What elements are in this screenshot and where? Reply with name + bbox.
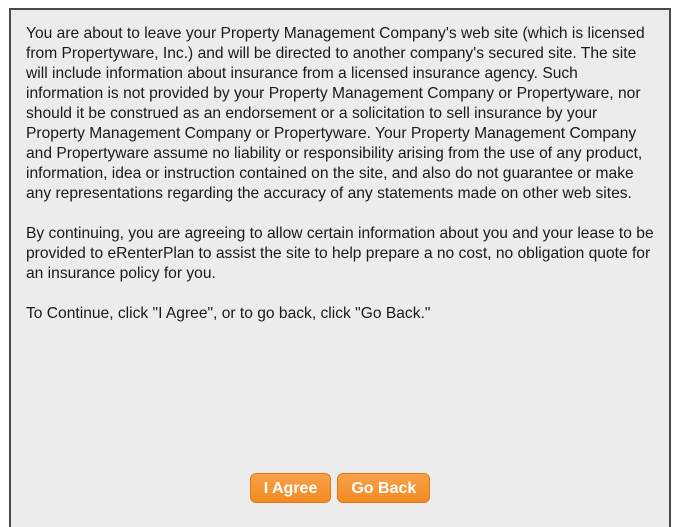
button-row: I Agree Go Back: [11, 473, 669, 503]
disclaimer-paragraph-liability: You are about to leave your Property Man…: [26, 25, 645, 202]
go-back-button[interactable]: Go Back: [337, 473, 431, 503]
i-agree-button[interactable]: I Agree: [249, 473, 332, 503]
disclaimer-paragraph-consent: By continuing, you are agreeing to allow…: [26, 225, 654, 282]
disclaimer-dialog: You are about to leave your Property Man…: [9, 8, 671, 527]
disclaimer-content: You are about to leave your Property Man…: [26, 24, 656, 344]
disclaimer-paragraph-instructions: To Continue, click "I Agree", or to go b…: [26, 305, 431, 322]
